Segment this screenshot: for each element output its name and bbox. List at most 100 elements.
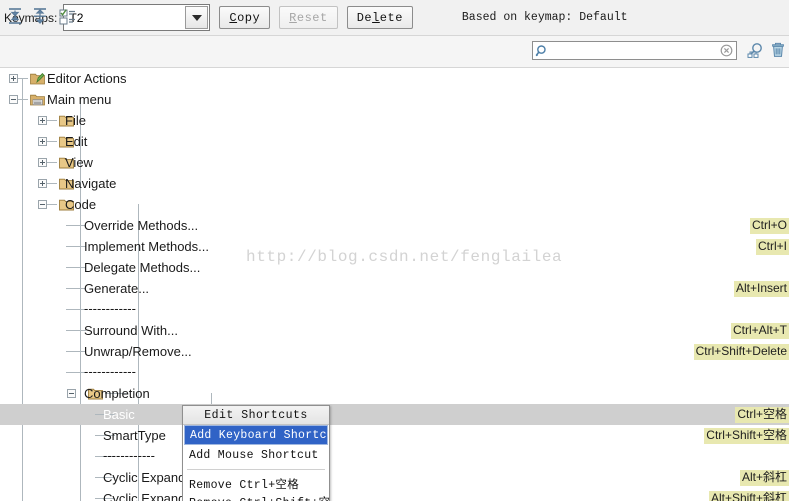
tree-row[interactable]: ------------ bbox=[0, 362, 789, 383]
tree-row[interactable]: Unwrap/Remove... Ctrl+Shift+Delete bbox=[0, 341, 789, 362]
tree-row-label: Editor Actions bbox=[47, 71, 127, 86]
tree-row[interactable]: Editor Actions bbox=[0, 68, 789, 89]
tree-row-label: Implement Methods... bbox=[84, 239, 209, 254]
context-menu-items: Add Keyboard Shortcut Add Mouse Shortcut R… bbox=[183, 425, 329, 501]
shortcut-badge: Ctrl+空格 bbox=[735, 407, 789, 423]
actions-tree[interactable]: Editor Actions Main menu File Edit View Navig… bbox=[0, 68, 789, 501]
context-menu-item[interactable]: Remove Ctrl+空格 bbox=[183, 473, 329, 494]
tree-row[interactable]: Code bbox=[0, 194, 789, 215]
tree-row[interactable]: SmartType Ctrl+Shift+空格 bbox=[0, 425, 789, 446]
tree-connector-line bbox=[66, 330, 86, 331]
copy-button[interactable]: Copy bbox=[219, 6, 271, 29]
expand-node-icon[interactable] bbox=[38, 116, 47, 125]
delete-button[interactable]: De l ete bbox=[346, 6, 413, 29]
expand-all-icon[interactable] bbox=[5, 6, 25, 26]
tree-connector-line bbox=[66, 288, 86, 289]
main-menu-icon bbox=[30, 93, 45, 106]
tree-row[interactable]: Surround With... Ctrl+Alt+T bbox=[0, 320, 789, 341]
tree-connector-line bbox=[47, 162, 57, 163]
trash-icon[interactable] bbox=[767, 39, 789, 61]
tree-row-label: Main menu bbox=[47, 92, 112, 107]
tree-row[interactable]: Completion bbox=[0, 383, 789, 404]
tree-connector-line bbox=[47, 141, 57, 142]
tree-connector-line bbox=[18, 99, 28, 100]
tree-row[interactable]: ------------ bbox=[0, 299, 789, 320]
tree-connector-line bbox=[47, 120, 57, 121]
shortcut-badge: Alt+斜杠 bbox=[739, 470, 789, 486]
tree-row-list: Editor Actions Main menu File Edit View Navig… bbox=[0, 68, 789, 501]
tree-row-label: Delegate Methods... bbox=[84, 260, 201, 275]
search-icon bbox=[533, 43, 550, 58]
keymap-select-value: T2 bbox=[69, 10, 84, 25]
reset-button[interactable]: Reset bbox=[279, 6, 338, 29]
keymap-select[interactable]: T2 bbox=[63, 4, 211, 31]
search-input[interactable] bbox=[550, 43, 720, 58]
tree-row-label: View bbox=[65, 155, 93, 170]
search-box[interactable] bbox=[532, 41, 737, 60]
expand-node-icon[interactable] bbox=[9, 74, 18, 83]
tree-connector-line bbox=[66, 372, 86, 373]
filter-checkbox-icon[interactable] bbox=[57, 6, 77, 26]
tree-connector-line bbox=[47, 204, 57, 205]
shortcut-badge: Alt+Insert bbox=[733, 281, 789, 297]
shortcut-badge: Ctrl+Alt+T bbox=[730, 323, 789, 339]
tree-row-label: Generate... bbox=[84, 281, 150, 296]
tree-separator-label: ------------ bbox=[84, 364, 136, 379]
tree-row-label: Override Methods... bbox=[84, 218, 199, 233]
tree-row-label: Completion bbox=[84, 386, 150, 401]
tree-connector-line bbox=[66, 309, 86, 310]
context-menu-item[interactable]: Add Keyboard Shortcut bbox=[184, 425, 329, 445]
tree-separator-label: ------------ bbox=[84, 301, 136, 316]
shortcut-badge: Ctrl+Shift+空格 bbox=[704, 428, 789, 444]
context-menu-item[interactable]: Add Mouse Shortcut bbox=[183, 445, 329, 466]
expand-node-icon[interactable] bbox=[38, 179, 47, 188]
tree-row-label: Edit bbox=[65, 134, 88, 149]
tree-row[interactable]: Override Methods... Ctrl+O bbox=[0, 215, 789, 236]
shortcut-badge: Ctrl+I bbox=[755, 239, 789, 255]
tree-row-label: SmartType bbox=[103, 428, 166, 443]
collapse-node-icon[interactable] bbox=[67, 389, 76, 398]
tree-connector-line bbox=[66, 351, 86, 352]
expand-node-icon[interactable] bbox=[38, 137, 47, 146]
tree-separator-label: ------------ bbox=[103, 448, 155, 463]
tree-row[interactable]: Main menu bbox=[0, 89, 789, 110]
shortcut-badge: Ctrl+Shift+Delete bbox=[693, 344, 789, 360]
tree-row-selected[interactable]: Basic Ctrl+空格 bbox=[0, 404, 789, 425]
context-menu-item[interactable]: Remove Ctrl+Shift+空格 bbox=[183, 494, 329, 501]
expand-node-icon[interactable] bbox=[38, 158, 47, 167]
tree-row-label: Navigate bbox=[65, 176, 117, 191]
collapse-all-icon[interactable] bbox=[30, 6, 50, 26]
tree-connector-line bbox=[18, 78, 28, 79]
tree-row[interactable]: Edit bbox=[0, 131, 789, 152]
tree-row[interactable]: View bbox=[0, 152, 789, 173]
tree-row-label: Code bbox=[65, 197, 97, 212]
find-by-shortcut-icon[interactable] bbox=[744, 39, 766, 61]
tree-row-label: Cyclic Expand bbox=[103, 491, 186, 501]
tree-row[interactable]: Generate... Alt+Insert bbox=[0, 278, 789, 299]
tree-connector-line bbox=[47, 183, 57, 184]
clear-circle-icon[interactable] bbox=[720, 44, 733, 57]
edit-shortcuts-context-menu[interactable]: Edit Shortcuts Add Keyboard Shortcut Add … bbox=[182, 405, 330, 501]
tree-row[interactable]: ------------ bbox=[0, 446, 789, 467]
tree-row-label: Cyclic Expand bbox=[103, 470, 186, 485]
tree-row-label: Surround With... bbox=[84, 323, 178, 338]
menu-separator bbox=[187, 469, 325, 470]
shortcut-badge: Alt+Shift+斜杠 bbox=[708, 491, 789, 501]
tree-connector-line bbox=[66, 246, 86, 247]
collapse-node-icon[interactable] bbox=[9, 95, 18, 104]
tree-row[interactable]: File bbox=[0, 110, 789, 131]
chevron-down-icon[interactable] bbox=[185, 6, 209, 29]
collapse-node-icon[interactable] bbox=[38, 200, 47, 209]
tree-row[interactable]: Delegate Methods... bbox=[0, 257, 789, 278]
keymap-toolbar: Keymaps: T2 Copy Reset De l ete Based on k… bbox=[0, 0, 789, 36]
tree-connector-line bbox=[66, 267, 86, 268]
editor-actions-icon bbox=[30, 72, 45, 85]
keymap-settings-window: Keymaps: T2 Copy Reset De l ete Based on k… bbox=[0, 0, 789, 501]
tree-row-label: Basic bbox=[103, 407, 135, 422]
tree-row[interactable]: Navigate bbox=[0, 173, 789, 194]
tree-row[interactable]: Implement Methods... Ctrl+I bbox=[0, 236, 789, 257]
tree-row[interactable]: Cyclic Expand Alt+Shift+斜杠 bbox=[0, 488, 789, 501]
based-on-keymap-label: Based on keymap: Default bbox=[461, 11, 628, 24]
chevron-down-glyph bbox=[191, 14, 202, 21]
tree-row[interactable]: Cyclic Expand Alt+斜杠 bbox=[0, 467, 789, 488]
